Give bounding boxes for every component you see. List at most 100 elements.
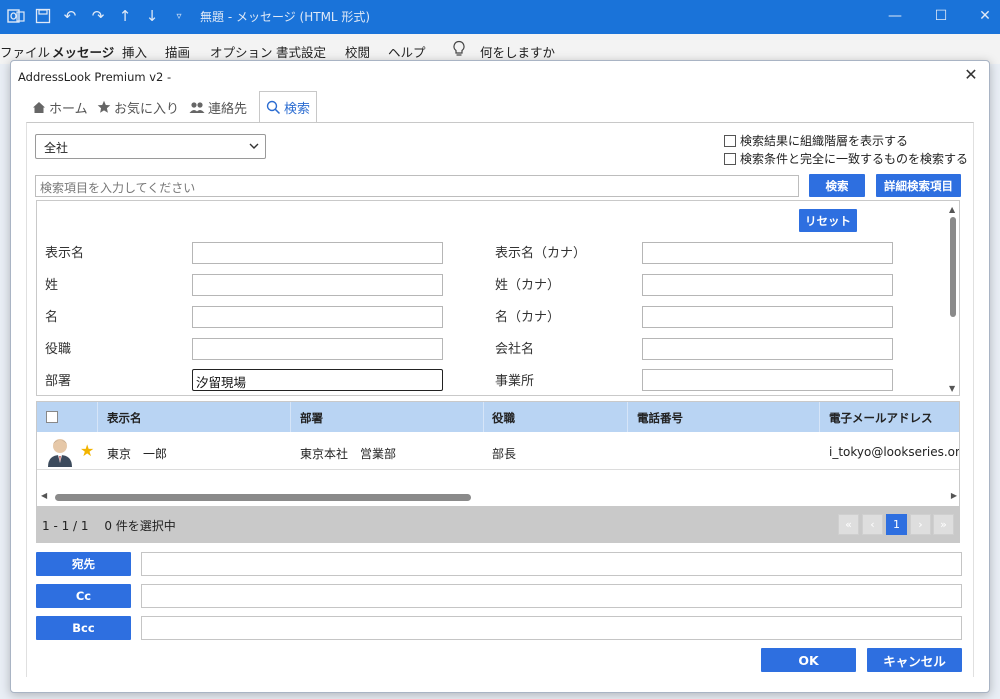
avatar <box>46 436 74 467</box>
first-name-label: 名 <box>45 310 59 325</box>
ok-button[interactable]: OK <box>761 648 856 672</box>
customize-toolbar-icon[interactable]: ▿ <box>169 6 189 26</box>
last-page-icon[interactable]: » <box>933 514 954 535</box>
form-scrollbar[interactable]: ▲ ▼ <box>948 203 958 393</box>
page-1-button[interactable]: 1 <box>886 514 907 535</box>
tab-home[interactable]: ホーム <box>32 91 88 123</box>
tell-me-box[interactable]: 何をしますか <box>480 42 555 61</box>
arrow-up-icon[interactable]: ↑ <box>115 6 135 26</box>
tab-search-label: 検索 <box>284 102 311 117</box>
addresslook-dialog: AddressLook Premium v2 - ✕ ホーム お気に入り 連絡先… <box>10 60 990 693</box>
maximize-icon[interactable]: ☐ <box>926 4 956 28</box>
to-field[interactable] <box>141 552 962 576</box>
app-titlebar: ↶ ↷ ↑ ↓ ▿ 無題 - メッセージ (HTML 形式) — ☐ ✕ <box>0 0 1000 34</box>
ribbon-tab-help[interactable]: ヘルプ <box>388 42 426 61</box>
next-page-icon[interactable]: › <box>910 514 931 535</box>
column-phone[interactable]: 電話番号 <box>637 410 683 426</box>
department-label: 部署 <box>45 374 72 389</box>
ribbon-tab-format[interactable]: 書式設定 <box>276 42 326 61</box>
ribbon-tab-file[interactable]: ファイル <box>0 42 50 61</box>
home-icon <box>33 101 45 113</box>
lightbulb-icon <box>452 40 466 58</box>
scroll-left-icon[interactable]: ◀ <box>41 491 47 500</box>
dialog-title: AddressLook Premium v2 - <box>18 70 172 84</box>
tab-contacts[interactable]: 連絡先 <box>189 91 247 123</box>
display-name-field[interactable] <box>192 242 443 264</box>
show-hierarchy-label: 検索結果に組織階層を表示する <box>740 134 909 148</box>
save-icon[interactable] <box>33 6 53 26</box>
table-hscrollbar[interactable]: ◀ ▶ <box>37 490 959 504</box>
exact-match-option[interactable]: 検索条件と完全に一致するものを検索する <box>724 150 968 167</box>
column-email[interactable]: 電子メールアドレス <box>829 410 933 426</box>
table-row[interactable]: ★ 東京 一郎 東京本社 営業部 部長 i_tokyo@lookseries.o… <box>37 433 959 470</box>
show-hierarchy-option[interactable]: 検索結果に組織階層を表示する <box>724 132 908 149</box>
form-scrollbar-thumb[interactable] <box>950 217 956 317</box>
first-name-kana-field[interactable] <box>642 306 893 328</box>
office-field[interactable] <box>642 369 893 391</box>
select-all-checkbox[interactable] <box>46 411 58 423</box>
arrow-down-icon[interactable]: ↓ <box>142 6 162 26</box>
result-count: 1 - 1 / 1 0 件を選択中 <box>42 519 176 533</box>
advanced-search-form: リセット 表示名 表示名（カナ） 姓 姓（カナ） 名 名（カナ） 役職 会社名 … <box>36 200 960 396</box>
ribbon-tab-options[interactable]: オプション <box>210 42 273 61</box>
row-display-name: 東京 一郎 <box>107 447 168 461</box>
department-field[interactable]: 汐留現場 <box>192 369 443 391</box>
column-display-name[interactable]: 表示名 <box>107 410 142 426</box>
company-field[interactable] <box>642 338 893 360</box>
advanced-search-button[interactable]: 詳細検索項目 <box>876 174 961 197</box>
title-label: 役職 <box>45 342 72 357</box>
undo-icon[interactable]: ↶ <box>60 6 80 26</box>
tab-home-label: ホーム <box>49 101 88 117</box>
prev-page-icon[interactable]: ‹ <box>862 514 883 535</box>
redo-icon[interactable]: ↷ <box>88 6 108 26</box>
scroll-up-icon[interactable]: ▲ <box>949 205 955 214</box>
first-page-icon[interactable]: « <box>838 514 859 535</box>
scope-select[interactable]: 全社 <box>35 134 266 159</box>
show-hierarchy-checkbox[interactable] <box>724 134 736 147</box>
display-name-kana-field[interactable] <box>642 242 893 264</box>
ribbon-tab-message[interactable]: メッセージ <box>52 42 114 61</box>
row-department: 東京本社 営業部 <box>300 447 397 461</box>
bcc-button[interactable]: Bcc <box>36 616 131 640</box>
ribbon-tab-review[interactable]: 校閲 <box>345 42 370 61</box>
contacts-icon <box>189 101 205 113</box>
tab-favorites-label: お気に入り <box>114 101 180 117</box>
display-name-kana-label: 表示名（カナ） <box>495 246 587 261</box>
last-name-kana-field[interactable] <box>642 274 893 296</box>
scroll-down-icon[interactable]: ▼ <box>949 384 955 393</box>
chevron-down-icon <box>249 143 259 149</box>
exact-match-checkbox[interactable] <box>724 152 736 165</box>
exact-match-label: 検索条件と完全に一致するものを検索する <box>740 152 969 166</box>
tab-search[interactable]: 検索 <box>259 91 318 123</box>
tab-contacts-label: 連絡先 <box>208 101 248 117</box>
title-field[interactable] <box>192 338 443 360</box>
cancel-button[interactable]: キャンセル <box>867 648 962 672</box>
cc-button[interactable]: Cc <box>36 584 131 608</box>
search-input[interactable]: 検索項目を入力してください <box>35 175 799 197</box>
minimize-icon[interactable]: — <box>880 4 910 28</box>
first-name-field[interactable] <box>192 306 443 328</box>
table-hscrollbar-thumb[interactable] <box>55 494 471 501</box>
window-close-icon[interactable]: ✕ <box>970 4 1000 28</box>
results-footer: 1 - 1 / 1 0 件を選択中 « ‹ 1 › » <box>36 506 960 542</box>
column-title[interactable]: 役職 <box>492 410 515 426</box>
first-name-kana-label: 名（カナ） <box>495 310 561 325</box>
scroll-right-icon[interactable]: ▶ <box>951 491 957 500</box>
bcc-field[interactable] <box>141 616 962 640</box>
last-name-label: 姓 <box>45 278 59 293</box>
cc-field[interactable] <box>141 584 962 608</box>
tab-favorites[interactable]: お気に入り <box>97 91 179 123</box>
last-name-field[interactable] <box>192 274 443 296</box>
ribbon-tab-insert[interactable]: 挿入 <box>122 42 147 61</box>
ribbon-tab-draw[interactable]: 描画 <box>165 42 190 61</box>
search-button[interactable]: 検索 <box>809 174 865 197</box>
outlook-app-icon <box>6 6 26 26</box>
scope-select-value: 全社 <box>44 141 69 155</box>
column-department[interactable]: 部署 <box>300 410 323 426</box>
dialog-close-icon[interactable]: ✕ <box>961 65 981 85</box>
reset-button[interactable]: リセット <box>799 209 857 232</box>
window-title: 無題 - メッセージ (HTML 形式) <box>200 10 371 24</box>
to-button[interactable]: 宛先 <box>36 552 131 576</box>
favorite-star-icon[interactable]: ★ <box>80 441 94 460</box>
company-label: 会社名 <box>495 342 535 357</box>
